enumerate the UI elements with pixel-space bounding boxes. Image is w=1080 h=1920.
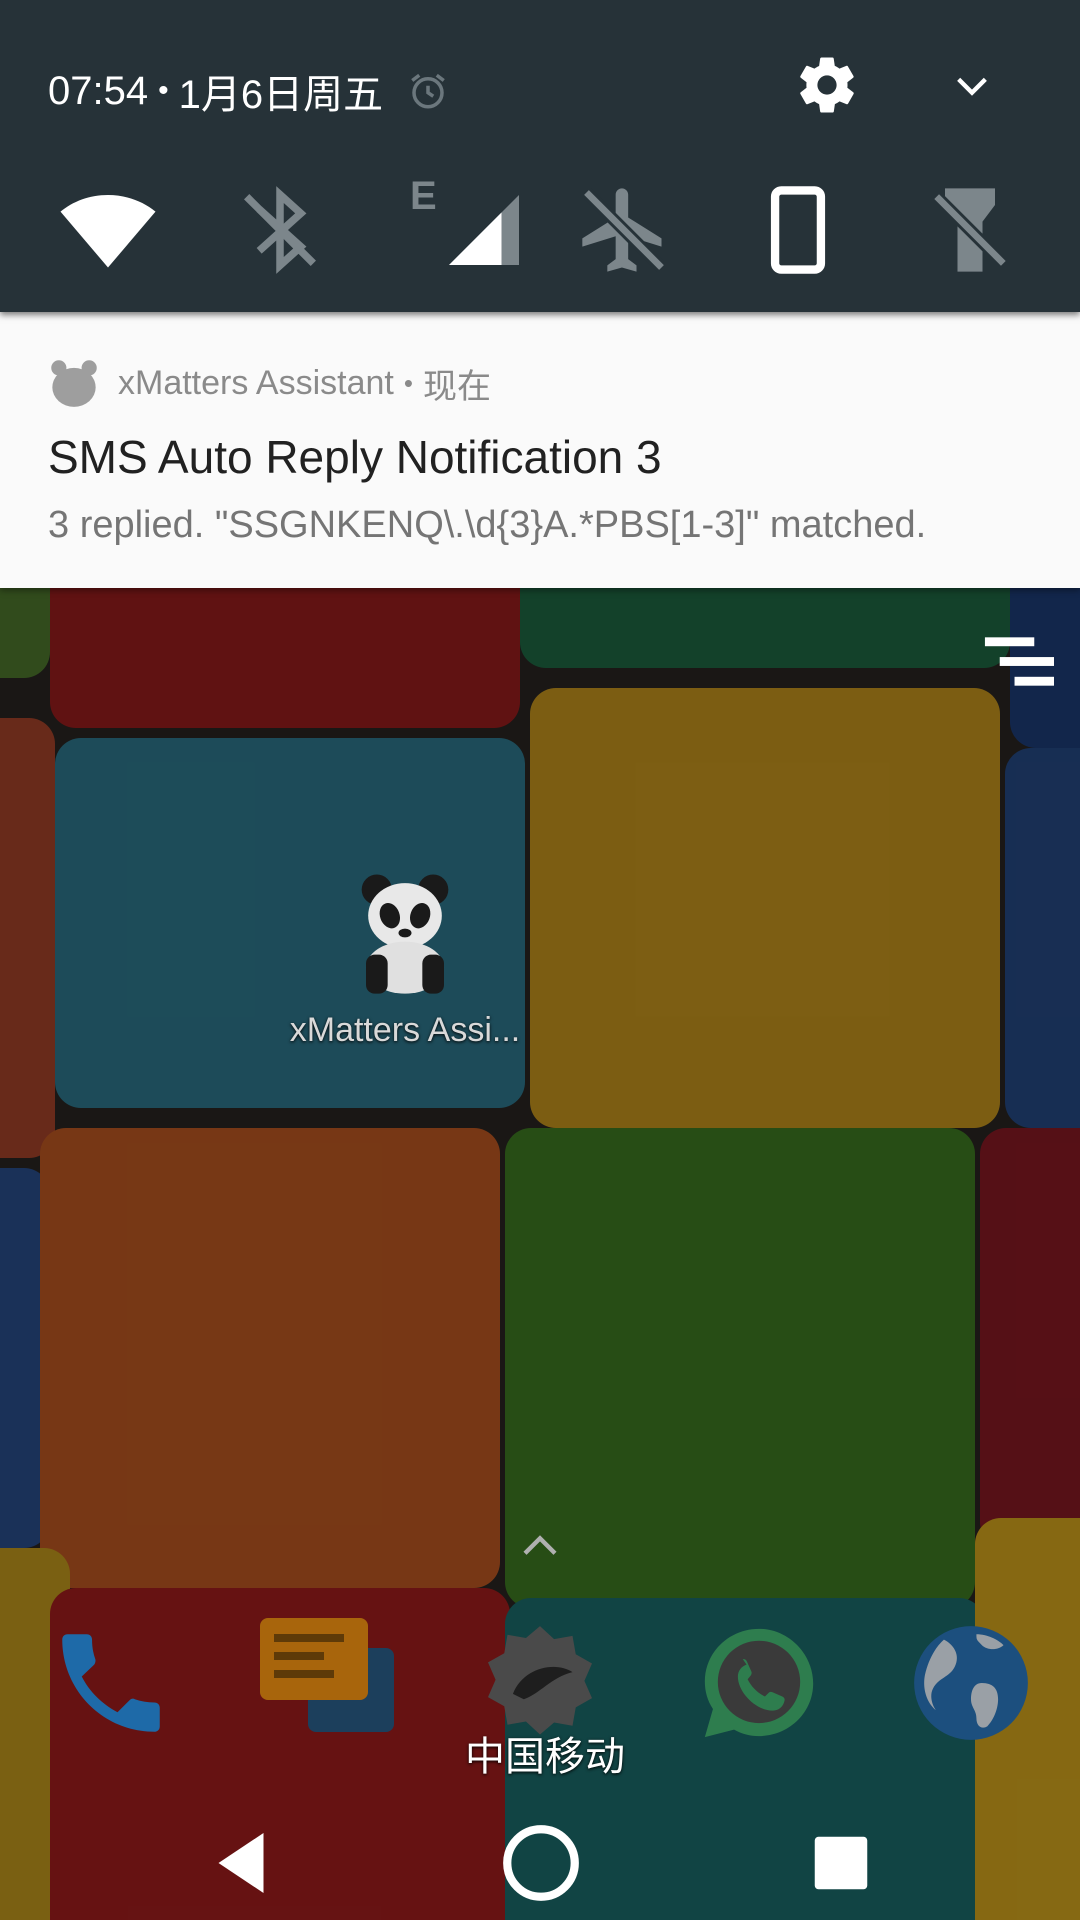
carrier-label: 中国移动 xyxy=(465,1734,625,1780)
gear-icon[interactable] xyxy=(794,52,860,118)
cellular-signal-tile[interactable]: E xyxy=(406,174,526,280)
xmatters-app-shortcut[interactable]: xMatters Assi... xyxy=(280,868,530,1050)
panda-icon xyxy=(361,874,449,994)
recents-icon[interactable] xyxy=(796,1818,886,1908)
separator: • xyxy=(403,367,413,398)
separator: • xyxy=(158,74,169,107)
home-icon[interactable] xyxy=(496,1818,586,1908)
network-type-badge: E xyxy=(410,174,437,218)
notification-title: SMS Auto Reply Notification 3 xyxy=(48,431,662,483)
flashlight-icon[interactable] xyxy=(920,180,1020,280)
app-label: xMatters Assi... xyxy=(289,1011,521,1049)
home-screen: xMatters Assi... 中国移动 xyxy=(0,588,1080,1920)
widget-menu-icon[interactable] xyxy=(980,634,1054,690)
wifi-icon[interactable] xyxy=(58,180,158,280)
app-drawer-arrow-icon[interactable] xyxy=(520,1530,560,1560)
airplane-mode-icon[interactable] xyxy=(574,180,674,280)
notification-card[interactable]: xMatters Assistant • 现在 SMS Auto Reply N… xyxy=(0,312,1080,588)
bluetooth-off-icon[interactable] xyxy=(230,180,330,280)
notification-text: 3 replied. "SSGNKENQ\.\d{3}A.*PBS[1-3]" … xyxy=(48,504,927,546)
status-datetime: 07:54 • 1月6日周五 xyxy=(48,62,449,120)
browser-icon[interactable] xyxy=(906,1618,1036,1748)
notification-header: xMatters Assistant • 现在 xyxy=(48,356,491,410)
date-text: 1月6日周五 xyxy=(178,73,384,117)
quick-settings-panel: 07:54 • 1月6日周五 E xyxy=(0,0,1080,312)
messages-icon[interactable] xyxy=(258,1618,398,1748)
phone-icon[interactable] xyxy=(46,1618,176,1748)
clock-time: 07:54 xyxy=(48,68,149,113)
panda-app-icon xyxy=(51,360,97,407)
alarm-clock-icon xyxy=(411,73,445,109)
chevron-down-icon[interactable] xyxy=(950,66,994,106)
auto-rotate-icon[interactable] xyxy=(748,180,848,280)
whatsapp-icon[interactable] xyxy=(694,1618,824,1748)
notification-app-name: xMatters Assistant xyxy=(118,363,394,402)
cellular-signal-icon xyxy=(449,195,519,265)
notification-time: 现在 xyxy=(422,367,491,406)
back-icon[interactable] xyxy=(196,1818,286,1908)
